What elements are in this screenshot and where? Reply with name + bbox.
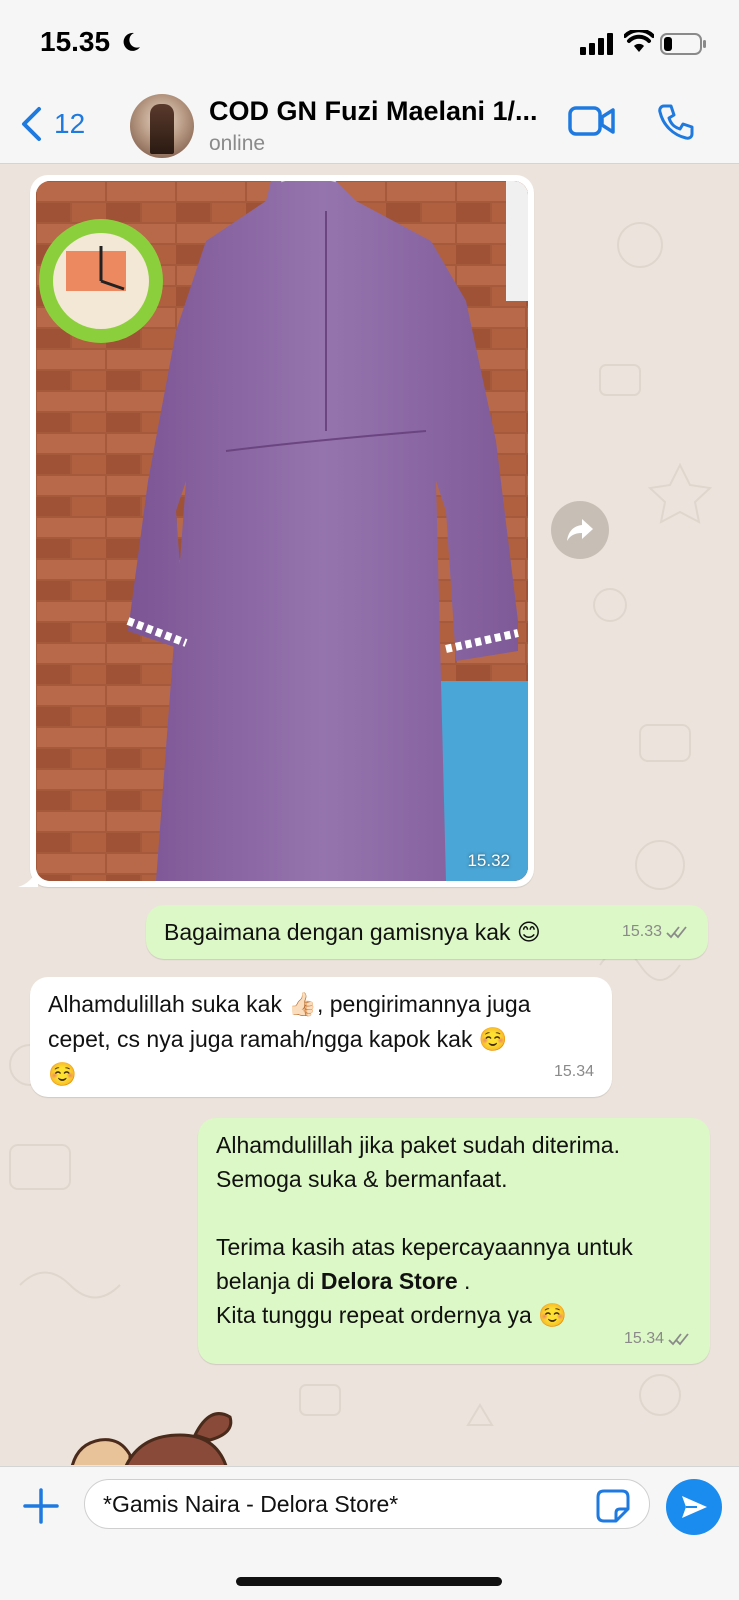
message-text-line: cepet, cs nya juga ramah/ngga kapok kak — [48, 1026, 473, 1052]
smiling-emoji: ☺️ — [478, 1027, 508, 1053]
chat-area[interactable]: 15.32 Bagaimana dengan gamisnya kak 😊 15… — [0, 165, 739, 1465]
message-time: 15.32 — [467, 851, 510, 870]
home-indicator[interactable] — [236, 1577, 502, 1586]
smile-emoji: 😊 — [516, 920, 541, 946]
sticker-message[interactable] — [60, 1405, 250, 1465]
wifi-icon — [624, 30, 654, 52]
video-call-icon[interactable] — [568, 104, 616, 138]
message-text-line: belanja di — [216, 1268, 315, 1294]
read-checkmarks-icon — [668, 1333, 689, 1346]
phone-call-icon[interactable] — [656, 102, 696, 142]
contact-name[interactable]: COD GN Fuzi Maelani 1/... — [209, 96, 538, 127]
outgoing-message[interactable]: Alhamdulillah jika paket sudah diterima.… — [198, 1118, 710, 1364]
image-message[interactable]: 15.32 — [18, 175, 534, 887]
chat-header: 12 COD GN Fuzi Maelani 1/... online — [0, 84, 739, 164]
forward-icon — [567, 519, 593, 541]
message-time: 15.33 — [621, 923, 662, 940]
status-time: 15.35 — [40, 26, 111, 57]
message-text-line: Semoga suka & bermanfaat. — [216, 1166, 508, 1192]
store-name: Delora Store — [320, 1268, 458, 1294]
contact-status: online — [209, 132, 266, 155]
status-bar: 15.35 — [0, 0, 739, 84]
message-text-line: . — [464, 1268, 471, 1294]
back-button[interactable]: 12 — [20, 102, 100, 146]
dress-photo[interactable]: 15.32 — [36, 181, 528, 881]
message-text-line: Alhamdulillah jika paket sudah diterima. — [216, 1132, 620, 1158]
signal-icon — [580, 33, 613, 55]
message-time: 15.34 — [623, 1330, 664, 1347]
message-time: 15.34 — [553, 1063, 594, 1080]
thumbs-up-emoji: 👍🏻 — [288, 992, 317, 1018]
send-button[interactable] — [666, 1479, 722, 1535]
forward-button[interactable] — [551, 501, 609, 559]
battery-icon — [660, 33, 706, 55]
sticker-icon[interactable] — [596, 1489, 630, 1523]
send-icon — [682, 1496, 707, 1518]
message-text-line: Terima kasih atas kepercayaannya untuk — [216, 1234, 633, 1260]
dress-photo-image — [36, 181, 528, 881]
outgoing-message[interactable]: Bagaimana dengan gamisnya kak 😊 15.33 — [146, 905, 708, 959]
message-input[interactable]: *Gamis Naira - Delora Store* — [84, 1479, 650, 1529]
smiling-emoji: ☺️ — [538, 1303, 567, 1329]
avatar[interactable] — [130, 94, 194, 158]
message-text-line: , pengirimannya juga — [316, 991, 531, 1017]
incoming-message[interactable]: Alhamdulillah suka kak 👍🏻, pengirimannya… — [30, 977, 612, 1097]
bubble-tail — [18, 867, 38, 887]
chevron-left-icon — [22, 107, 41, 141]
message-text-line: Kita tunggu repeat ordernya ya — [216, 1302, 532, 1328]
smiling-emoji: ☺️ — [48, 1062, 77, 1088]
message-text-line: Alhamdulillah suka kak — [48, 991, 282, 1017]
message-input-value: *Gamis Naira - Delora Store* — [103, 1490, 399, 1517]
moon-icon — [123, 32, 140, 51]
read-checkmarks-icon — [666, 926, 687, 939]
unread-count: 12 — [54, 108, 86, 139]
plus-icon[interactable] — [22, 1487, 60, 1525]
message-text: Bagaimana dengan gamisnya kak — [164, 919, 511, 945]
